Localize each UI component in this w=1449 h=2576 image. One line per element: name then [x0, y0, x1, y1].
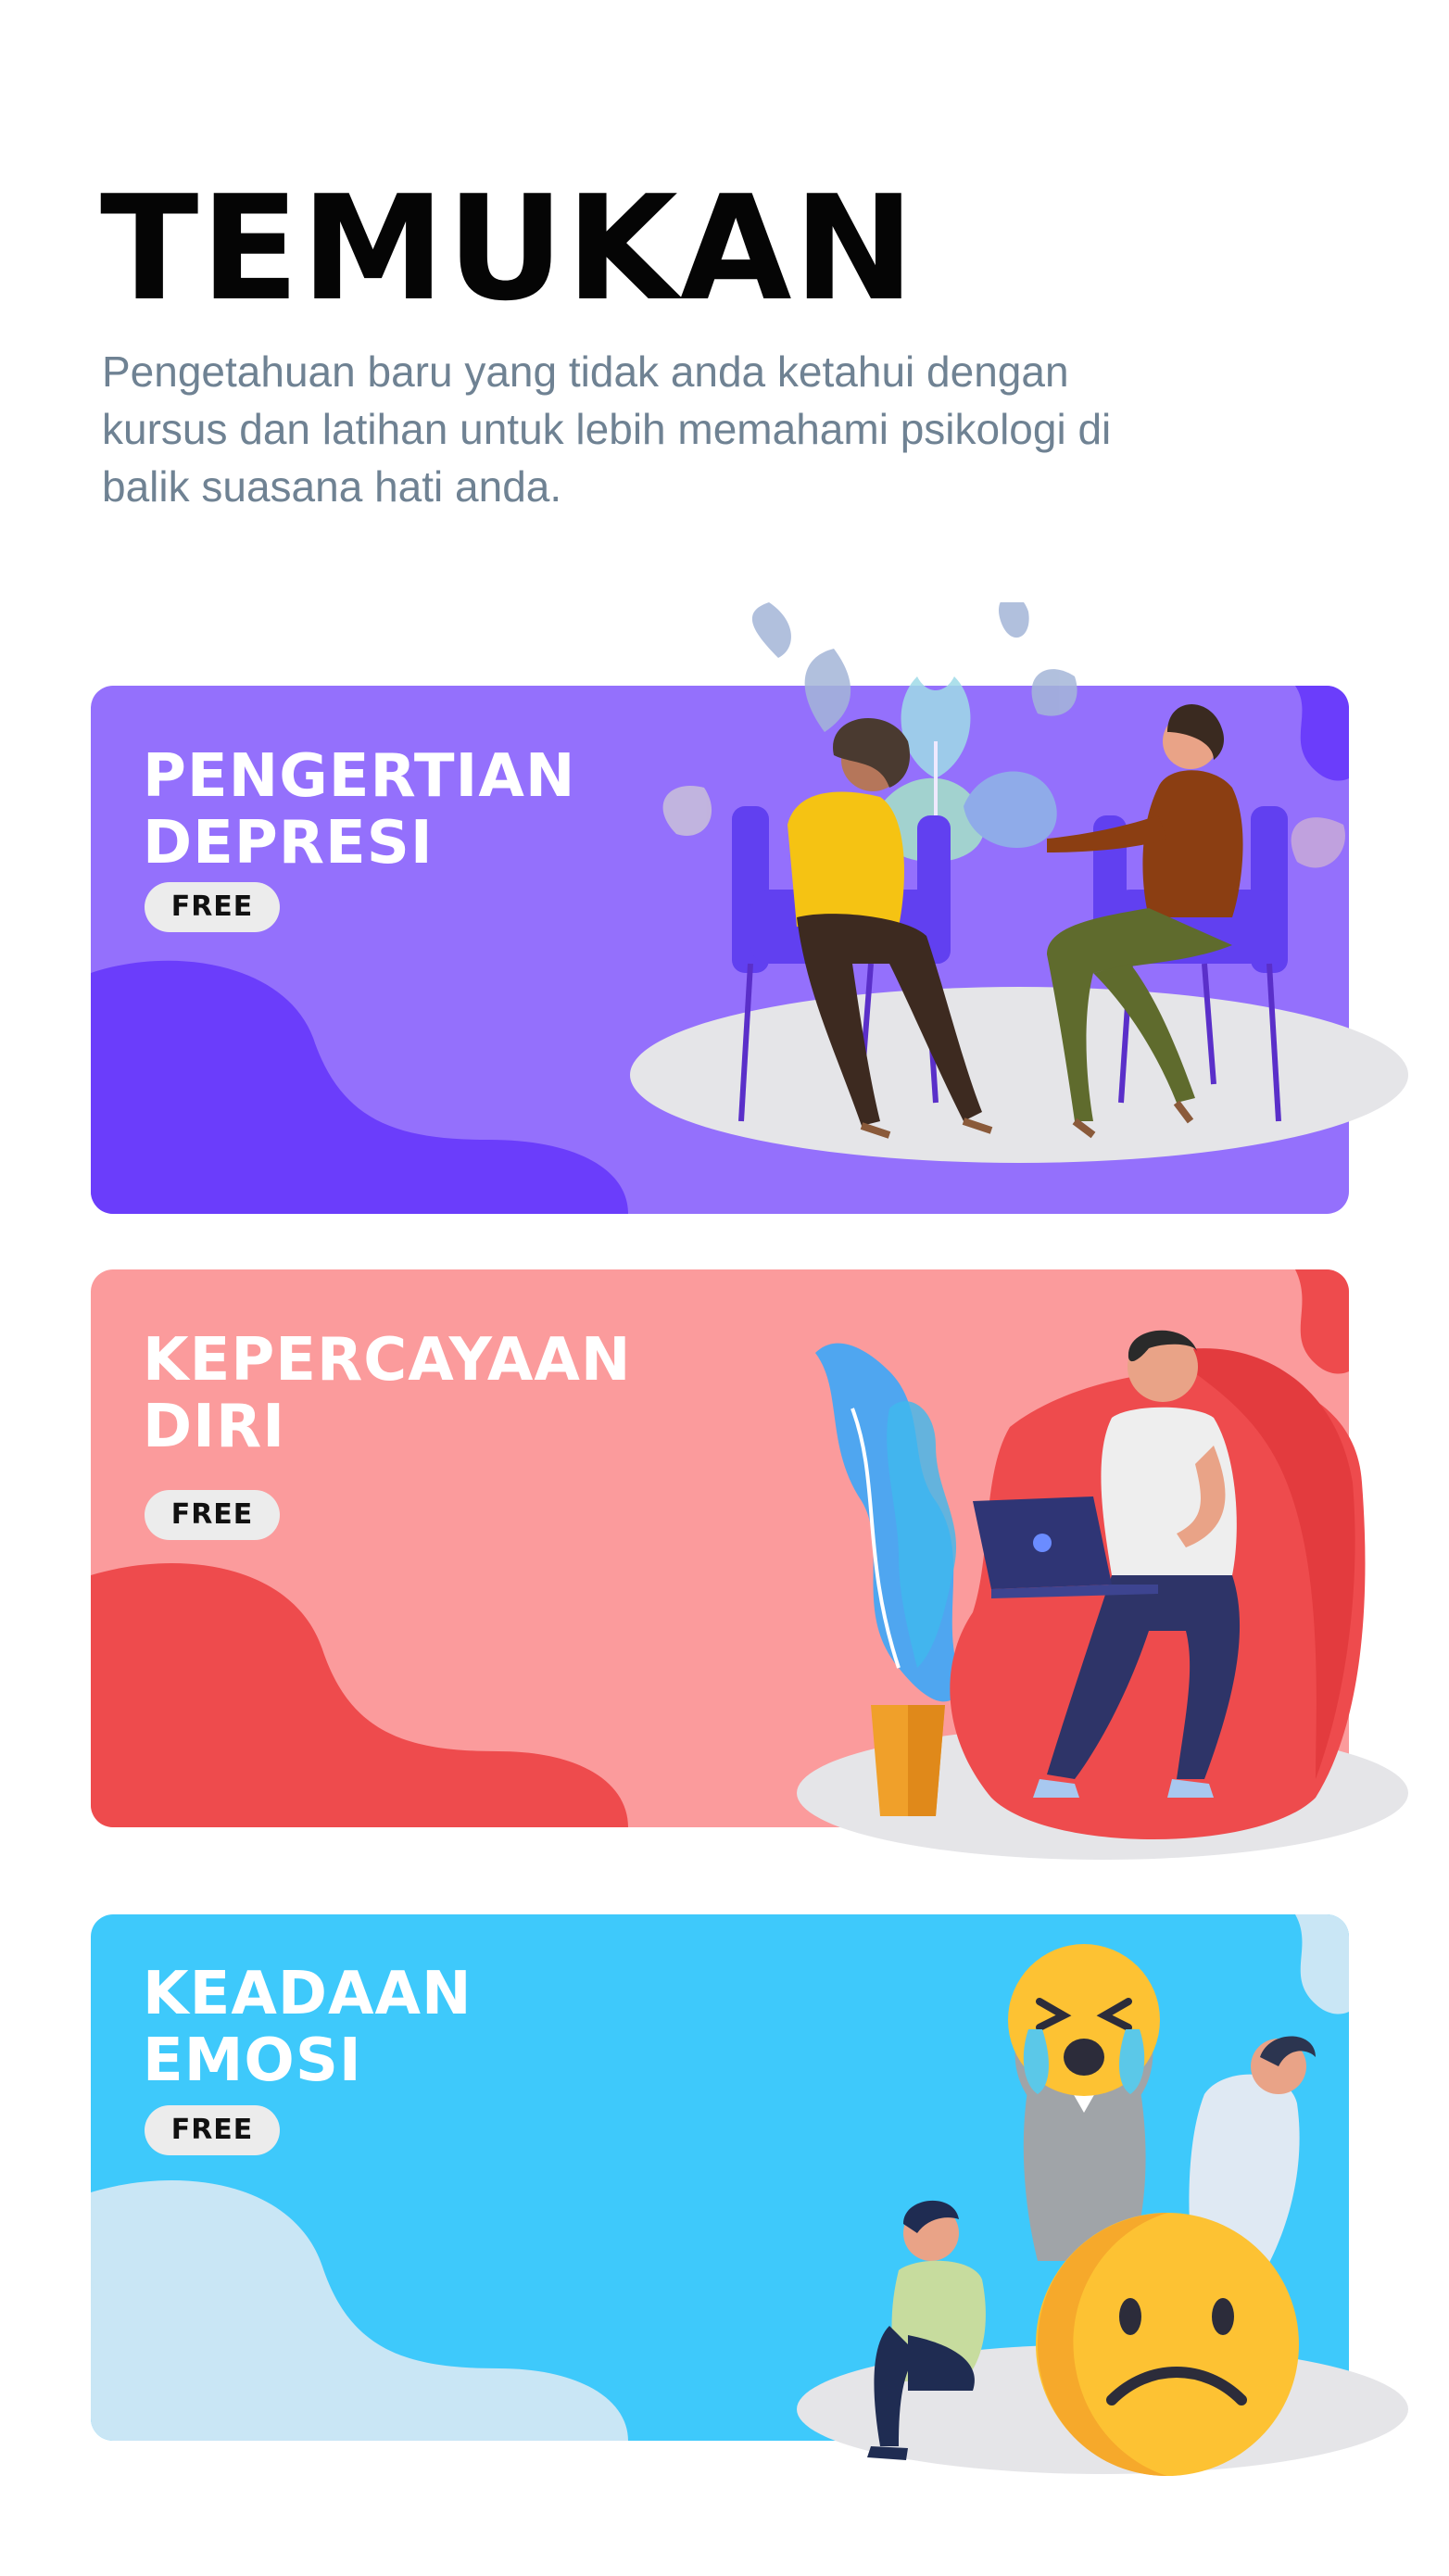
free-badge: FREE	[145, 882, 280, 932]
page-title: TEMUKAN	[100, 164, 917, 333]
course-title: KEADAAN EMOSI	[143, 1960, 472, 2095]
man-with-laptop-illustration	[797, 1330, 1408, 1860]
free-badge: FREE	[145, 1490, 280, 1540]
course-title: KEPERCAYAAN DIRI	[143, 1326, 632, 1461]
therapy-session-illustration	[630, 602, 1408, 1163]
page-subtitle: Pengetahuan baru yang tidak anda ketahui…	[102, 347, 1112, 511]
course-title: PENGERTIAN DEPRESI	[143, 742, 576, 878]
sad-emoji-people-illustration	[797, 1944, 1408, 2476]
free-badge: FREE	[145, 2105, 280, 2155]
